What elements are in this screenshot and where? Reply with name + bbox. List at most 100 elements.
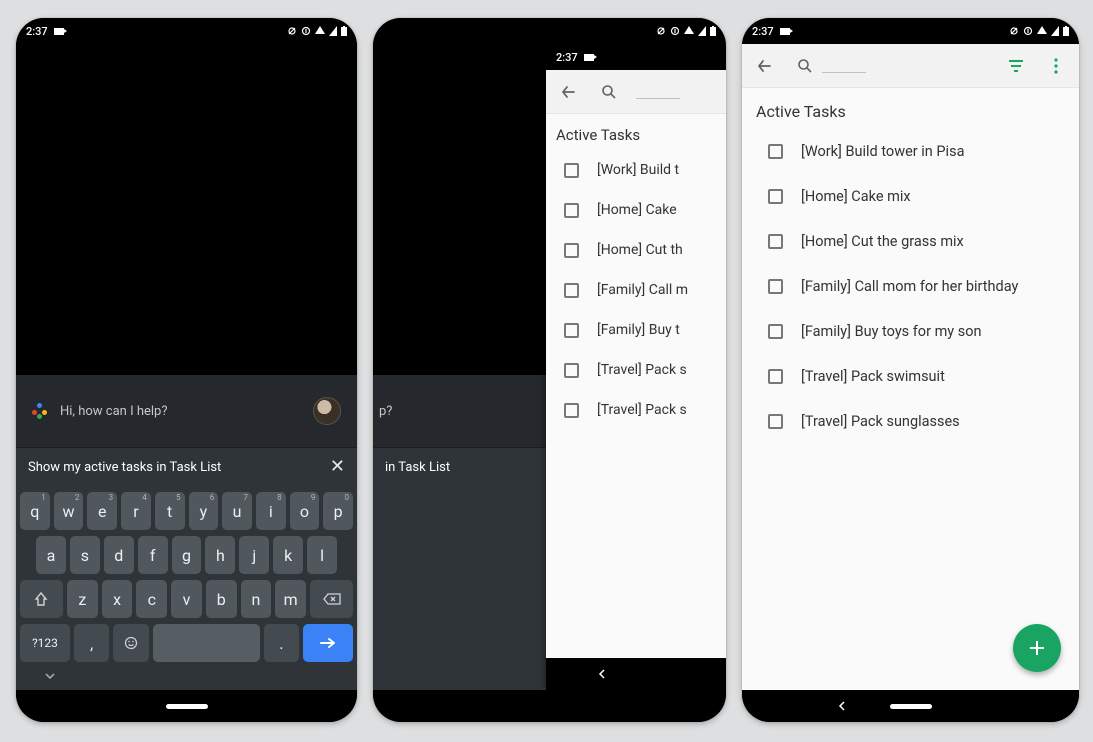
close-icon[interactable]: ✕	[330, 458, 345, 476]
task-label: [Work] Build t	[597, 162, 679, 178]
status-icons	[1009, 26, 1069, 36]
task-row[interactable]: [Work] Build t	[546, 150, 726, 190]
task-row[interactable]: [Family] Buy t	[546, 310, 726, 350]
task-label: [Travel] Pack sunglasses	[801, 413, 960, 430]
camera-icon	[584, 54, 594, 61]
task-row[interactable]: [Home] Cake mix	[742, 174, 1079, 219]
keyboard-key[interactable]: g	[172, 536, 202, 574]
back-nav-icon[interactable]	[596, 668, 608, 680]
task-row[interactable]: [Home] Cut the grass mix	[742, 219, 1079, 264]
clock-text: 2:37	[752, 25, 774, 38]
back-arrow-icon[interactable]	[752, 53, 778, 79]
keyboard-key[interactable]: u7	[222, 492, 252, 530]
keyboard-key[interactable]: w2	[54, 492, 84, 530]
task-checkbox[interactable]	[564, 323, 579, 338]
keyboard-key[interactable]: t5	[155, 492, 185, 530]
more-menu-icon[interactable]	[1043, 53, 1069, 79]
keyboard-key[interactable]: ,	[74, 624, 110, 662]
task-row[interactable]: [Travel] Pack sunglasses	[742, 399, 1079, 444]
keyboard-key[interactable]	[153, 624, 260, 662]
task-checkbox[interactable]	[564, 403, 579, 418]
search-icon[interactable]	[596, 79, 622, 105]
tasks-app-bar	[546, 70, 726, 114]
assistant-prompt-panel[interactable]: Hi, how can I help?	[16, 375, 357, 447]
task-label: [Home] Cake	[597, 202, 677, 218]
task-row[interactable]: [Home] Cut th	[546, 230, 726, 270]
task-checkbox[interactable]	[564, 243, 579, 258]
tasks-app-overlay: 2:37 Active Tasks [Work] Build t [Home] C…	[546, 44, 726, 690]
keyboard-key[interactable]: q1	[20, 492, 50, 530]
task-checkbox[interactable]	[768, 234, 783, 249]
keyboard-key[interactable]: ?123	[20, 624, 70, 662]
keyboard-key[interactable]: l	[307, 536, 337, 574]
task-label: [Home] Cut th	[597, 242, 683, 258]
status-bar: 2:37	[546, 44, 726, 70]
task-row[interactable]: [Travel] Pack s	[546, 350, 726, 390]
back-arrow-icon[interactable]	[556, 79, 582, 105]
keyboard-key[interactable]: b	[206, 580, 237, 618]
voice-query-strip[interactable]: Show my active tasks in Task List ✕	[16, 447, 357, 486]
task-row[interactable]: [Work] Build tower in Pisa	[742, 129, 1079, 174]
task-row[interactable]: [Family] Buy toys for my son	[742, 309, 1079, 354]
task-label: [Travel] Pack s	[597, 402, 687, 418]
keyboard-key[interactable]	[303, 624, 353, 662]
task-checkbox[interactable]	[768, 279, 783, 294]
task-row[interactable]: [Travel] Pack swimsuit	[742, 354, 1079, 399]
add-task-fab[interactable]	[1013, 624, 1061, 672]
task-row[interactable]: [Family] Call mom for her birthday	[742, 264, 1079, 309]
android-nav-bar	[373, 690, 726, 722]
task-checkbox[interactable]	[564, 363, 579, 378]
keyboard-key[interactable]: z	[67, 580, 98, 618]
search-icon[interactable]	[792, 53, 818, 79]
keyboard-key[interactable]: h	[205, 536, 235, 574]
section-title: Active Tasks	[546, 114, 726, 150]
keyboard-key[interactable]: n	[241, 580, 272, 618]
phone-2-transition: p? in Task List ✕ y6u7i8o9p0 hjkl bnm . …	[373, 18, 726, 722]
keyboard-key[interactable]: y6	[189, 492, 219, 530]
keyboard-key[interactable]: i8	[256, 492, 286, 530]
section-title: Active Tasks	[742, 88, 1079, 129]
task-checkbox[interactable]	[768, 414, 783, 429]
keyboard-key[interactable]: p0	[323, 492, 353, 530]
keyboard-key[interactable]: a	[36, 536, 66, 574]
camera-icon	[780, 28, 790, 35]
keyboard-collapse-icon[interactable]	[44, 670, 56, 682]
keyboard-key[interactable]	[113, 624, 149, 662]
keyboard-key[interactable]: m	[275, 580, 306, 618]
keyboard-key[interactable]: v	[171, 580, 202, 618]
keyboard-key[interactable]: s	[70, 536, 100, 574]
keyboard-key[interactable]: k	[273, 536, 303, 574]
task-label: [Family] Call m	[597, 282, 688, 298]
keyboard-key[interactable]: r4	[121, 492, 151, 530]
task-row[interactable]: [Home] Cake	[546, 190, 726, 230]
task-label: [Home] Cake mix	[801, 188, 911, 205]
home-pill[interactable]	[890, 704, 932, 709]
user-avatar[interactable]	[313, 397, 341, 425]
keyboard-key[interactable]	[310, 580, 353, 618]
task-row[interactable]: [Travel] Pack s	[546, 390, 726, 430]
task-checkbox[interactable]	[564, 283, 579, 298]
back-nav-icon[interactable]	[836, 700, 848, 712]
task-checkbox[interactable]	[564, 163, 579, 178]
task-checkbox[interactable]	[768, 369, 783, 384]
task-checkbox[interactable]	[564, 203, 579, 218]
assistant-logo-icon	[32, 403, 48, 419]
voice-query-text-partial: in Task List	[385, 460, 450, 475]
android-nav-bar	[742, 690, 1079, 722]
keyboard-key[interactable]: j	[239, 536, 269, 574]
keyboard-key[interactable]: x	[102, 580, 133, 618]
keyboard-key[interactable]: c	[136, 580, 167, 618]
filter-icon[interactable]	[1003, 53, 1029, 79]
keyboard-key[interactable]	[20, 580, 63, 618]
task-checkbox[interactable]	[768, 144, 783, 159]
home-pill[interactable]	[166, 704, 208, 709]
keyboard-key[interactable]: f	[138, 536, 168, 574]
task-checkbox[interactable]	[768, 324, 783, 339]
task-checkbox[interactable]	[768, 189, 783, 204]
keyboard-key[interactable]: .	[264, 624, 300, 662]
keyboard-key[interactable]: o9	[290, 492, 320, 530]
keyboard-key[interactable]: d	[104, 536, 134, 574]
keyboard-key[interactable]: e3	[87, 492, 117, 530]
search-underline	[636, 98, 680, 99]
task-row[interactable]: [Family] Call m	[546, 270, 726, 310]
